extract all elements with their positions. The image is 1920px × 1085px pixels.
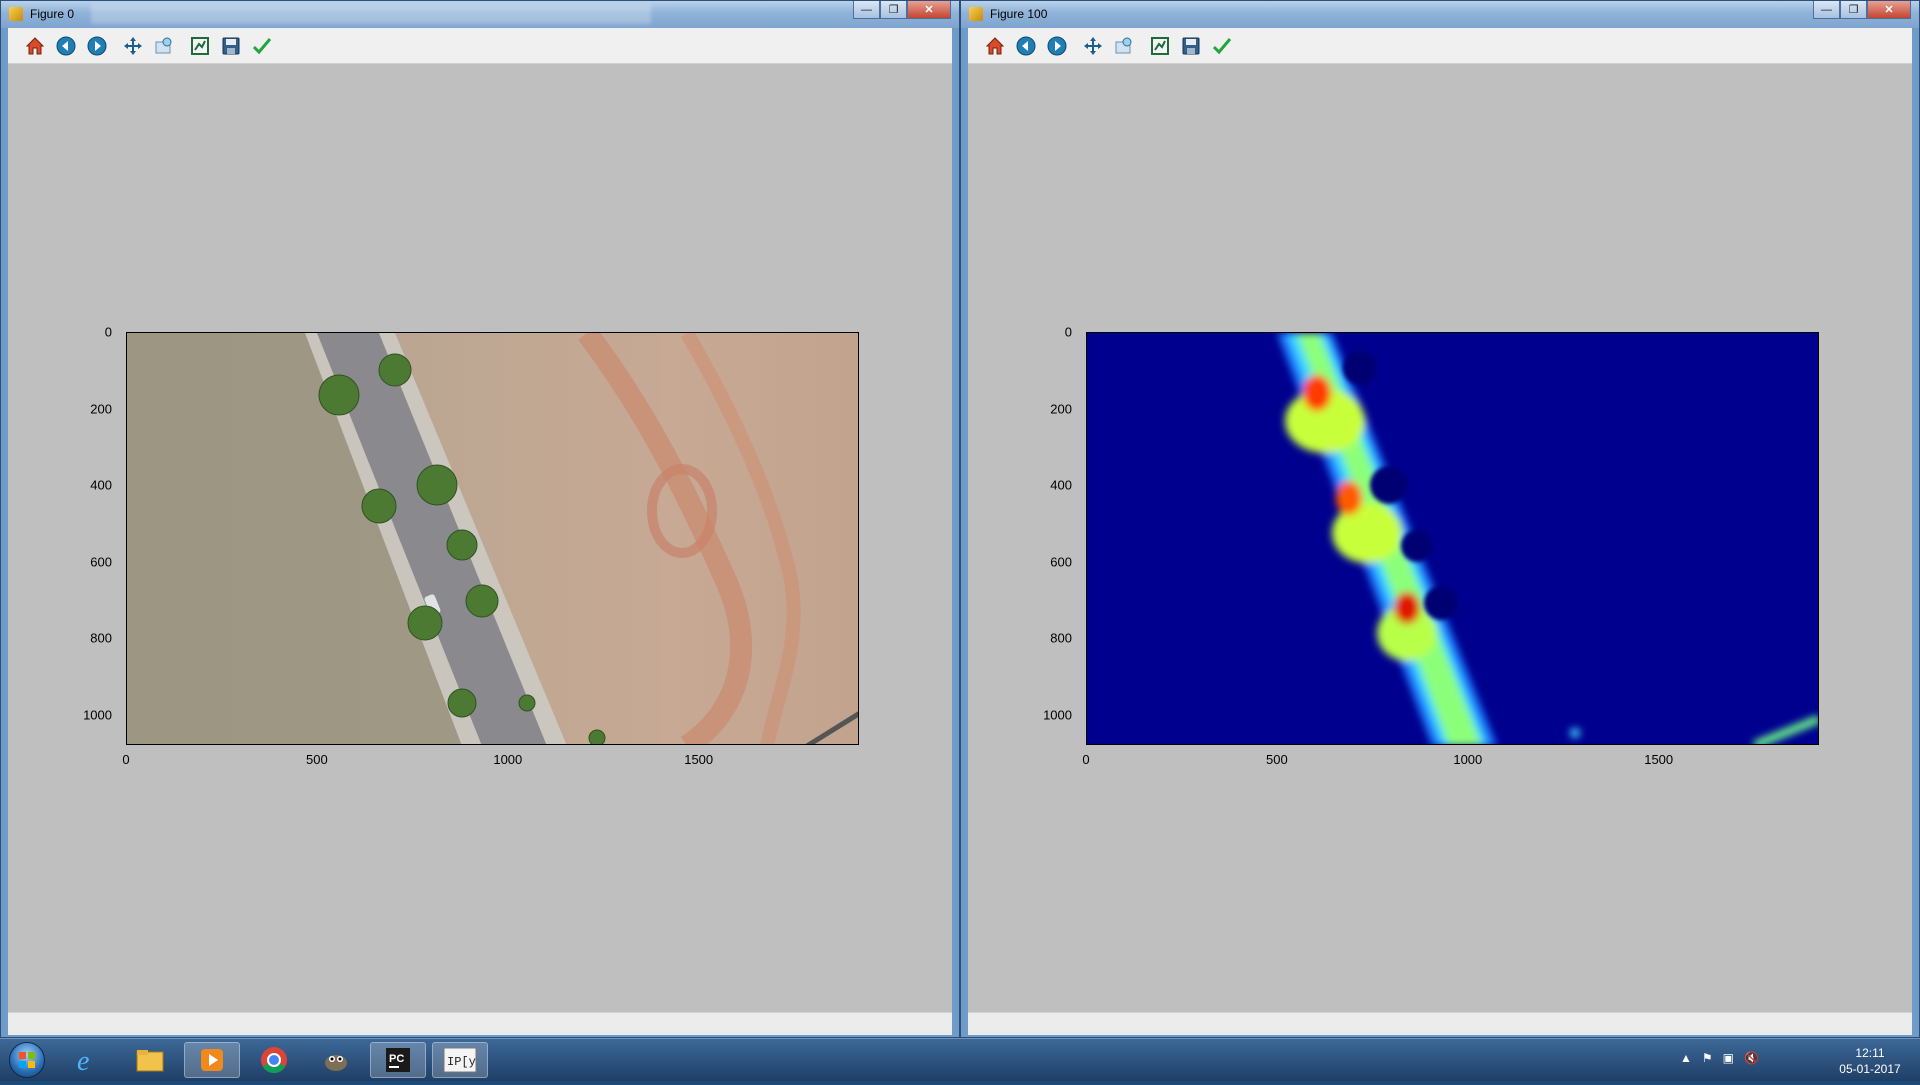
pan-icon[interactable]: [1080, 33, 1106, 59]
figure-canvas[interactable]: 0 200 400 600 800 1000 0 500 1000 1500: [8, 64, 952, 1012]
y-tick-label: 0: [1064, 324, 1072, 340]
x-tick-label: 500: [1266, 752, 1288, 767]
window-title-path: [91, 4, 651, 24]
windows-explorer-icon[interactable]: [122, 1042, 178, 1078]
minimize-button[interactable]: —: [853, 1, 880, 19]
title-bar[interactable]: Figure 0 — ❐ ✕: [1, 1, 959, 28]
plot-axes[interactable]: [1086, 332, 1819, 745]
x-tick-label: 0: [1082, 752, 1090, 767]
y-tick-label: 800: [1050, 630, 1072, 646]
x-tick-label: 500: [306, 752, 328, 767]
configure-subplots-icon[interactable]: [187, 33, 213, 59]
aerial-image: [127, 333, 858, 744]
clock-date: 05-01-2017: [1839, 1062, 1901, 1076]
figure-window-0[interactable]: Figure 0 — ❐ ✕ 0 200 400 600 800 1000 0 …: [0, 0, 960, 1038]
y-tick-label: 800: [90, 630, 112, 646]
maximize-button[interactable]: ❐: [1840, 1, 1867, 19]
forward-icon[interactable]: [1044, 33, 1070, 59]
back-icon[interactable]: [53, 33, 79, 59]
start-button[interactable]: [4, 1040, 50, 1080]
chrome-icon[interactable]: [246, 1042, 302, 1078]
x-tick-label: 1000: [493, 752, 523, 767]
svg-text:IP[y]:: IP[y]:: [447, 1055, 477, 1069]
y-tick-label: 200: [90, 401, 112, 416]
zoom-icon[interactable]: [151, 33, 177, 59]
heatmap-image: [1087, 333, 1818, 744]
home-icon[interactable]: [982, 33, 1008, 59]
internet-explorer-icon[interactable]: e: [60, 1042, 116, 1078]
y-tick-label: 1000: [1043, 707, 1072, 722]
forward-icon[interactable]: [84, 33, 110, 59]
close-button[interactable]: ✕: [1867, 1, 1911, 19]
y-tick-label: 600: [90, 554, 112, 569]
back-icon[interactable]: [1013, 33, 1039, 59]
title-bar[interactable]: Figure 100 — ❐ ✕: [961, 1, 1919, 28]
y-tick-label: 1000: [83, 707, 112, 722]
save-icon[interactable]: [1178, 33, 1204, 59]
save-icon[interactable]: [218, 33, 244, 59]
x-tick-label: 1500: [684, 752, 714, 767]
app-icon: [9, 7, 23, 21]
x-tick-label: 1000: [1453, 752, 1483, 767]
svg-text:PC: PC: [389, 1053, 404, 1065]
x-tick-label: 0: [122, 752, 130, 767]
gimp-icon[interactable]: [308, 1042, 364, 1078]
figure-window-100[interactable]: Figure 100 — ❐ ✕ 0 200 400 600 800 1000 …: [960, 0, 1920, 1038]
app-icon: [969, 7, 983, 21]
plot-axes[interactable]: [126, 332, 859, 745]
y-tick-label: 0: [104, 324, 112, 340]
zoom-icon[interactable]: [1111, 33, 1137, 59]
home-icon[interactable]: [22, 33, 48, 59]
media-player-icon[interactable]: [184, 1042, 240, 1078]
system-clock[interactable]: 12:11 05-01-2017: [1830, 1045, 1910, 1077]
pycharm-icon[interactable]: PC: [370, 1042, 426, 1078]
edit-icon[interactable]: [1209, 33, 1235, 59]
y-tick-label: 200: [1050, 401, 1072, 416]
svg-text:e: e: [77, 1046, 89, 1075]
x-tick-label: 1500: [1644, 752, 1674, 767]
minimize-button[interactable]: —: [1813, 1, 1840, 19]
maximize-button[interactable]: ❐: [880, 1, 907, 19]
y-tick-label: 600: [1050, 554, 1072, 569]
close-button[interactable]: ✕: [907, 1, 951, 19]
taskbar: e PC IP[y]: ▲ ⚑ ▣ 🔇: [0, 1038, 1920, 1081]
clock-time: 12:11: [1855, 1046, 1885, 1060]
window-title: Figure 0: [30, 7, 75, 21]
window-title: Figure 100: [990, 7, 1048, 21]
figure-toolbar: [968, 28, 1912, 64]
y-tick-label: 400: [90, 477, 112, 493]
figure-toolbar: [8, 28, 952, 64]
edit-icon[interactable]: [249, 33, 275, 59]
windows-logo-icon: [9, 1042, 45, 1078]
figure-canvas[interactable]: 0 200 400 600 800 1000 0 500 1000 1500: [968, 64, 1912, 1012]
y-tick-label: 400: [1050, 477, 1072, 493]
status-bar: [968, 1012, 1912, 1035]
configure-subplots-icon[interactable]: [1147, 33, 1173, 59]
ipython-icon[interactable]: IP[y]:: [432, 1042, 488, 1078]
status-bar: [8, 1012, 952, 1035]
pan-icon[interactable]: [120, 33, 146, 59]
